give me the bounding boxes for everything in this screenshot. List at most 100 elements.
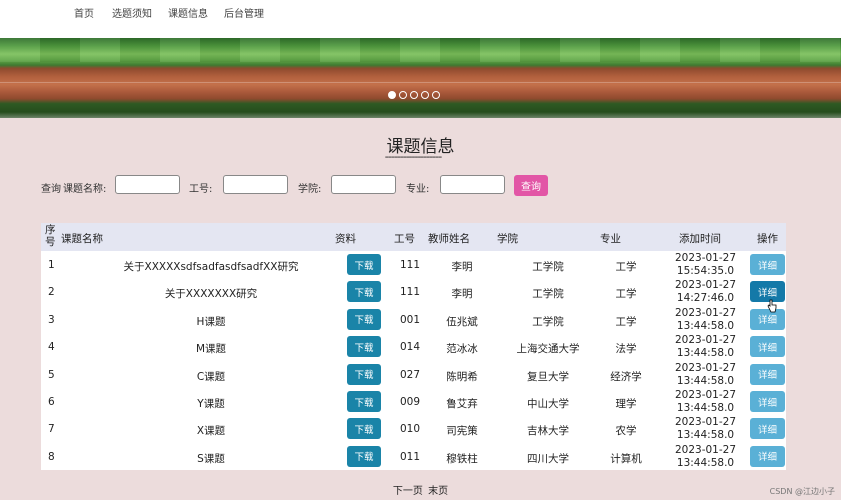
carousel-dot-5[interactable] bbox=[432, 91, 440, 99]
cell-teacher-name: 司宪策 bbox=[446, 425, 478, 438]
nav-topic-notice[interactable]: 选题须知 bbox=[112, 5, 152, 20]
cell-teacher-id: 009 bbox=[399, 396, 421, 408]
table-row: 4 M课题 下载 014 范冰冰 上海交通大学 法学 2023-01-27 13:… bbox=[41, 333, 786, 360]
cell-topic-name: X课题 bbox=[196, 425, 226, 438]
teacher-id-input[interactable] bbox=[223, 175, 288, 194]
carousel-dot-3[interactable] bbox=[410, 91, 418, 99]
detail-button[interactable]: 详细 bbox=[750, 445, 785, 467]
cell-teacher-id: 010 bbox=[399, 423, 421, 436]
cell-add-time: 2023-01-27 13:44:58.0 bbox=[674, 389, 737, 414]
cell-topic-name: 关于XXXXXXX研究 bbox=[164, 288, 258, 301]
college-input[interactable] bbox=[331, 175, 396, 194]
nav-admin[interactable]: 后台管理 bbox=[224, 5, 264, 20]
carousel-dot-2[interactable] bbox=[399, 91, 407, 99]
cell-teacher-id: 001 bbox=[399, 313, 421, 326]
cell-major: 农学 bbox=[615, 425, 637, 438]
cell-college: 上海交通大学 bbox=[516, 343, 580, 356]
header-teacher-id: 工号 bbox=[394, 233, 415, 245]
cell-topic-name: 关于XXXXXsdfsadfasdfsadfXX研究 bbox=[123, 261, 299, 273]
cell-add-time: 2023-01-27 15:54:35.0 bbox=[674, 252, 737, 277]
table-row: 7 X课题 下载 010 司宪策 吉林大学 农学 2023-01-27 13:44… bbox=[41, 415, 786, 442]
cell-teacher-name: 鲁艾弃 bbox=[446, 398, 478, 410]
detail-button[interactable]: 详细 bbox=[750, 363, 785, 385]
cell-topic-name: C课题 bbox=[196, 370, 226, 383]
download-button[interactable]: 下载 bbox=[347, 254, 381, 275]
header-college: 学院 bbox=[497, 233, 518, 245]
cell-teacher-name: 李明 bbox=[451, 288, 473, 301]
download-button[interactable]: 下载 bbox=[347, 281, 381, 303]
banner-carousel bbox=[0, 38, 841, 118]
detail-button[interactable]: 详细 bbox=[750, 254, 785, 275]
cell-add-time: 2023-01-27 13:44:58.0 bbox=[674, 306, 737, 332]
cell-seq: 1 bbox=[48, 259, 55, 271]
cell-teacher-name: 穆铁柱 bbox=[446, 452, 478, 465]
teacher-id-label: 工号: bbox=[189, 184, 213, 195]
cell-topic-name: H课题 bbox=[196, 315, 226, 328]
topic-table: 序号 课题名称 资料 工号 教师姓名 学院 专业 添加时间 操作 1 关于XXX… bbox=[41, 223, 786, 470]
search-prefix-label: 查询 bbox=[41, 184, 61, 195]
cell-add-time: 2023-01-27 14:27:46.0 bbox=[674, 279, 737, 305]
cell-college: 工学院 bbox=[532, 261, 564, 273]
header-add-time: 添加时间 bbox=[679, 233, 721, 245]
table-row: 8 S课题 下载 011 穆铁柱 四川大学 计算机 2023-01-27 13:4… bbox=[41, 443, 786, 470]
table-row: 1 关于XXXXXsdfsadfasdfsadfXX研究 下载 111 李明 工… bbox=[41, 251, 786, 278]
cell-major: 理学 bbox=[615, 398, 637, 410]
cell-college: 吉林大学 bbox=[527, 425, 569, 438]
detail-button[interactable]: 详细 bbox=[750, 391, 785, 412]
table-row: 6 Y课题 下载 009 鲁艾弃 中山大学 理学 2023-01-27 13:44… bbox=[41, 388, 786, 415]
carousel-indicators bbox=[388, 91, 440, 99]
banner-field-stripes bbox=[0, 38, 841, 62]
cell-teacher-id: 014 bbox=[399, 341, 421, 354]
cell-college: 复旦大学 bbox=[527, 370, 569, 383]
download-button[interactable]: 下载 bbox=[347, 363, 381, 385]
cell-seq: 6 bbox=[48, 396, 55, 408]
cell-seq: 5 bbox=[48, 368, 55, 381]
last-page-link[interactable]: 末页 bbox=[428, 486, 448, 497]
banner-track-lane bbox=[0, 82, 841, 83]
cell-seq: 7 bbox=[48, 423, 55, 436]
title-underline: ------------------- bbox=[384, 150, 442, 162]
cell-major: 工学 bbox=[615, 288, 637, 301]
top-nav: 首页 选题须知 课题信息 后台管理 bbox=[0, 0, 841, 38]
cell-teacher-name: 范冰冰 bbox=[446, 343, 478, 356]
download-button[interactable]: 下载 bbox=[347, 445, 381, 467]
search-button[interactable]: 查询 bbox=[514, 175, 548, 196]
download-button[interactable]: 下载 bbox=[347, 308, 381, 330]
download-button[interactable]: 下载 bbox=[347, 391, 381, 412]
header-topic-name: 课题名称 bbox=[61, 233, 103, 245]
table-row: 3 H课题 下载 001 伍兆斌 工学院 工学 2023-01-27 13:44:… bbox=[41, 306, 786, 333]
cell-topic-name: Y课题 bbox=[197, 398, 225, 410]
detail-button[interactable]: 详细 bbox=[750, 336, 785, 358]
download-button[interactable]: 下载 bbox=[347, 418, 381, 440]
major-label: 专业: bbox=[406, 184, 430, 195]
nav-topic-info[interactable]: 课题信息 bbox=[168, 5, 208, 20]
next-page-link[interactable]: 下一页 bbox=[393, 486, 423, 497]
cell-seq: 4 bbox=[48, 341, 55, 354]
cell-seq: 8 bbox=[48, 450, 55, 463]
cell-add-time: 2023-01-27 13:44:58.0 bbox=[674, 443, 737, 469]
header-action: 操作 bbox=[757, 233, 778, 245]
nav-home[interactable]: 首页 bbox=[74, 5, 94, 20]
download-button[interactable]: 下载 bbox=[347, 336, 381, 358]
cell-college: 工学院 bbox=[532, 315, 564, 328]
major-input[interactable] bbox=[440, 175, 505, 194]
cell-add-time: 2023-01-27 13:44:58.0 bbox=[674, 334, 737, 360]
cell-teacher-id: 011 bbox=[399, 450, 421, 463]
cell-teacher-id: 111 bbox=[399, 286, 421, 299]
detail-button[interactable]: 详细 bbox=[750, 418, 785, 440]
cell-teacher-name: 陈明希 bbox=[446, 370, 478, 383]
cell-topic-name: M课题 bbox=[195, 343, 227, 356]
topic-name-input[interactable] bbox=[115, 175, 180, 194]
table-row: 2 关于XXXXXXX研究 下载 111 李明 工学院 工学 2023-01-2… bbox=[41, 278, 786, 305]
cell-teacher-id: 027 bbox=[399, 368, 421, 381]
cell-add-time: 2023-01-27 13:44:58.0 bbox=[674, 361, 737, 387]
cell-major: 工学 bbox=[615, 315, 637, 328]
pagination: 下一页 末页 bbox=[0, 482, 841, 497]
carousel-dot-4[interactable] bbox=[421, 91, 429, 99]
header-file: 资料 bbox=[335, 233, 356, 245]
cell-teacher-name: 李明 bbox=[451, 261, 473, 273]
cell-major: 工学 bbox=[615, 261, 637, 273]
carousel-dot-1[interactable] bbox=[388, 91, 396, 99]
cell-college: 中山大学 bbox=[527, 398, 569, 410]
cell-college: 四川大学 bbox=[527, 452, 569, 465]
